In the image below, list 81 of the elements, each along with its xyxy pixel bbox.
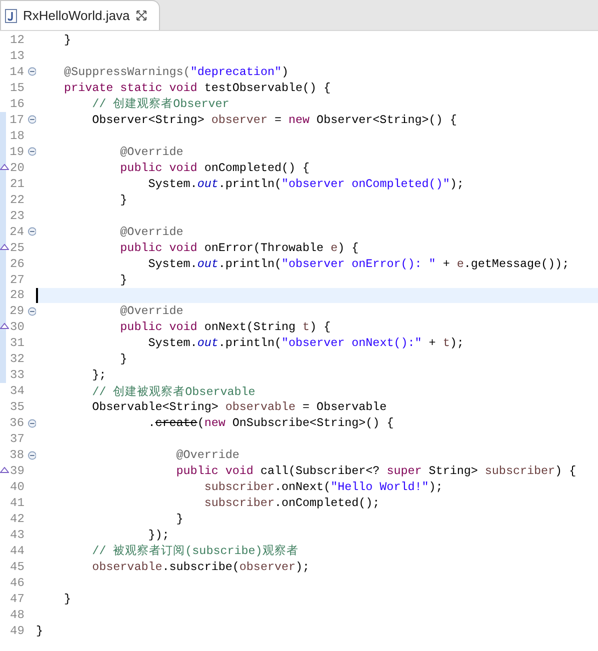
line-number: 19 [10, 144, 26, 159]
close-icon[interactable] [136, 10, 147, 21]
line-number: 18 [10, 128, 26, 143]
line-number: 13 [10, 48, 26, 63]
code-line: @Override [119, 224, 184, 240]
code-line: }); [147, 527, 170, 543]
line-number: 12 [10, 32, 26, 47]
line-number: 25 [10, 240, 26, 255]
line-number: 38 [10, 448, 26, 462]
code-line: Observer<String> observer = new Observer<String>() { [91, 112, 458, 128]
line-number: 29 [10, 304, 26, 318]
line-number: 39 [10, 464, 26, 478]
code-line: // 被观察者订阅(subscribe)观察者 [91, 543, 300, 559]
line-number: 27 [10, 272, 26, 287]
line-number: 24 [10, 224, 26, 239]
code-line: } [119, 351, 128, 368]
line-number: 35 [10, 400, 26, 414]
line-number: 46 [10, 576, 26, 590]
java-file-icon [5, 8, 17, 22]
collapse-icon[interactable] [28, 450, 36, 460]
line-number: 33 [10, 368, 26, 382]
line-number: 36 [10, 416, 26, 430]
collapse-icon[interactable] [28, 147, 36, 156]
tab-title: RxHelloWorld.java [23, 8, 130, 23]
code-line: @SuppressWarnings("deprecation") [63, 64, 290, 80]
code-line: } [63, 590, 72, 607]
code-line: @Override [119, 144, 184, 160]
line-number: 41 [10, 496, 26, 510]
collapse-icon[interactable] [28, 67, 36, 76]
line-number: 32 [10, 352, 26, 366]
collapse-icon[interactable] [28, 418, 36, 428]
line-number: 34 [10, 384, 26, 398]
text-cursor [36, 288, 38, 303]
line-number: 31 [10, 336, 26, 350]
code-line: private static void testObservable() { [63, 80, 332, 96]
line-number: 28 [10, 288, 26, 302]
code-line: } [63, 32, 72, 48]
code-line: // 创建被观察者Observable [91, 384, 256, 400]
code-line: public void onNext(String t) { [119, 319, 332, 336]
collapse-icon[interactable] [28, 306, 36, 316]
line-number: 23 [10, 208, 26, 223]
editor-tab[interactable]: RxHelloWorld.java [0, 0, 160, 30]
code-line: } [119, 192, 128, 208]
code-line: System.out.println("observer onError(): " + e.getMessage()); [147, 256, 570, 272]
code-line: @Override [175, 447, 240, 464]
line-number: 21 [10, 176, 26, 191]
code-line: subscriber.onNext("Hello World!"); [203, 479, 444, 496]
line-number: 47 [10, 592, 26, 606]
code-line: } [119, 272, 128, 288]
line-number: 48 [10, 608, 26, 622]
code-line: // 创建观察者Observer [91, 96, 230, 112]
code-line: public void onError(Throwable e) { [119, 240, 360, 256]
line-number: 15 [10, 80, 26, 95]
code-line: @Override [119, 303, 184, 320]
line-number: 20 [10, 160, 26, 175]
line-number: 43 [10, 528, 26, 542]
code-line: observable.subscribe(observer); [91, 558, 311, 575]
code-line: } [175, 511, 184, 528]
line-number: 22 [10, 192, 26, 207]
code-line: .create(new OnSubscribe<String>() { [147, 415, 395, 432]
line-number: 14 [10, 64, 26, 79]
code-line: subscriber.onCompleted(); [203, 495, 381, 512]
code-line: } [36, 622, 44, 639]
line-number: 44 [10, 544, 26, 558]
line-number: 42 [10, 512, 26, 526]
code-line: }; [91, 367, 108, 384]
collapse-icon[interactable] [28, 227, 36, 236]
code-line: public void call(Subscriber<? super String> subscriber) { [175, 463, 578, 480]
line-number: 16 [10, 96, 26, 111]
line-number: 26 [10, 256, 26, 271]
code-line: Observable<String> observable = Observable [91, 399, 388, 416]
code-line: public void onCompleted() { [119, 160, 311, 176]
line-number: 30 [10, 320, 26, 334]
line-number: 45 [10, 560, 26, 574]
code-line: System.out.println("observer onCompleted()"); [147, 176, 465, 192]
line-number: 17 [10, 112, 26, 127]
code-line: System.out.println("observer onNext():" + t); [147, 335, 465, 352]
line-number: 37 [10, 432, 26, 446]
line-number: 49 [10, 624, 26, 638]
line-number: 40 [10, 480, 26, 494]
collapse-icon[interactable] [28, 115, 36, 124]
